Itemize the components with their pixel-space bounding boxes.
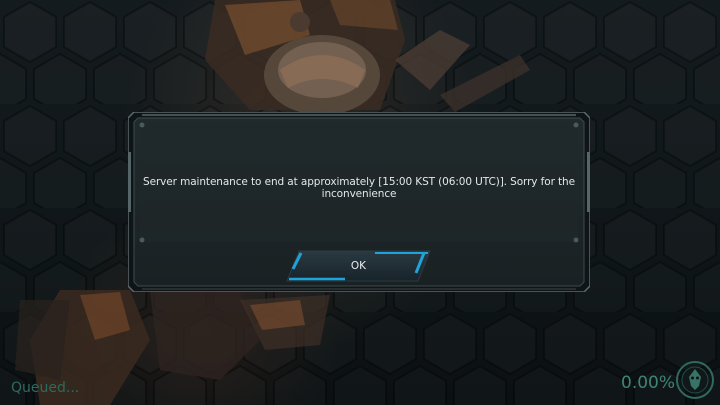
- queued-status-text: Queued...: [11, 380, 80, 396]
- mech-emblem-icon: [676, 361, 714, 399]
- ok-button-label: OK: [350, 260, 367, 272]
- loading-screen: Server maintenance to end at approximate…: [0, 0, 720, 405]
- download-progress-percent: 0.00%: [621, 373, 676, 393]
- ok-button[interactable]: OK: [285, 249, 432, 283]
- maintenance-dialog: Server maintenance to end at approximate…: [128, 112, 590, 292]
- dialog-message: Server maintenance to end at approximate…: [143, 176, 575, 200]
